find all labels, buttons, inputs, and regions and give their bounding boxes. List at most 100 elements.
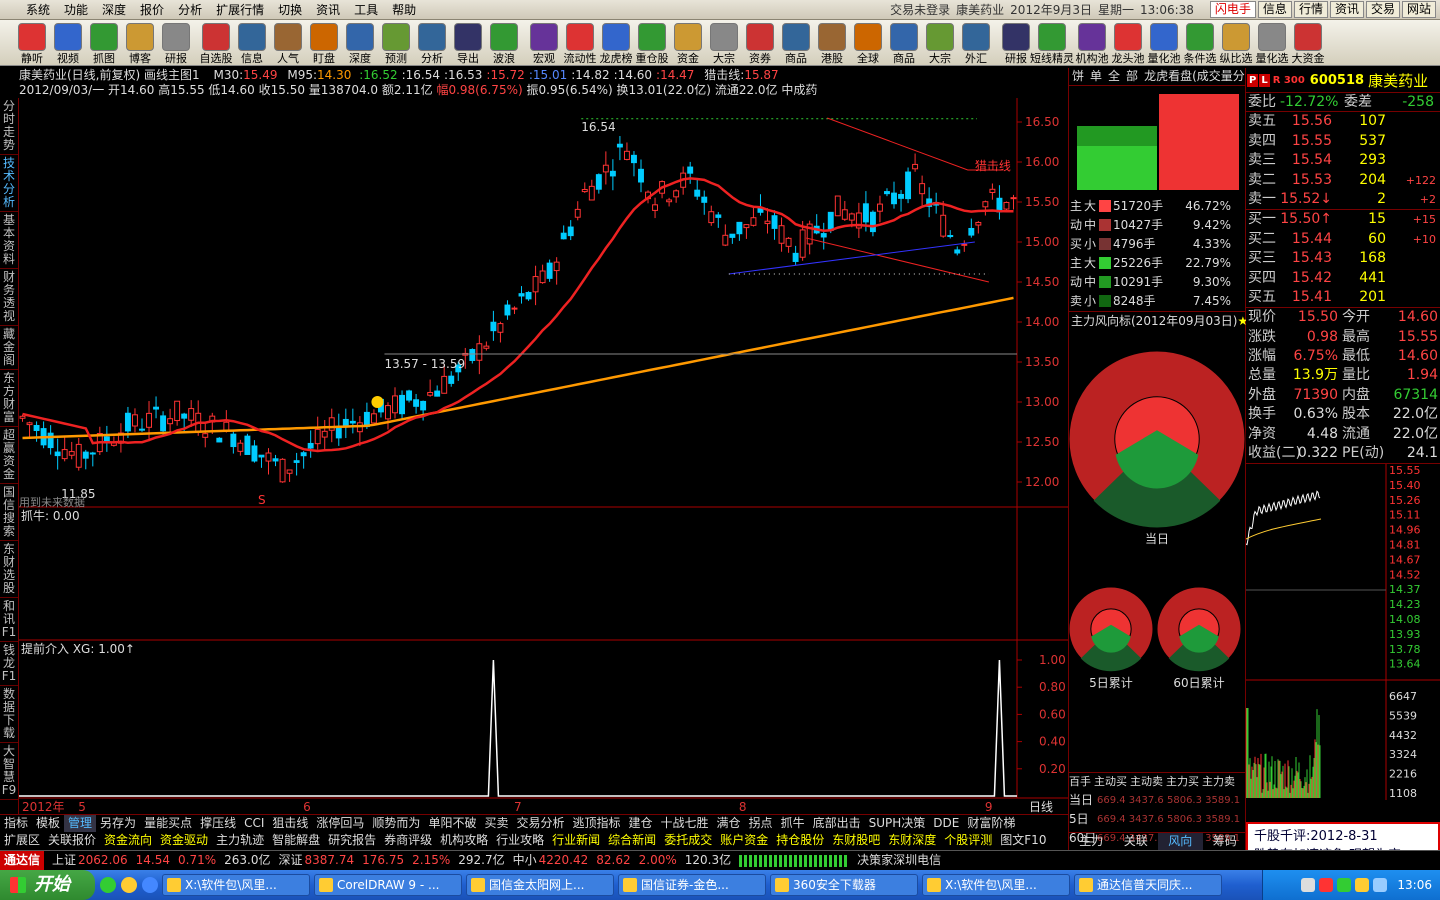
extension-tab[interactable]: 东财深度 <box>884 832 940 850</box>
indicator-tab[interactable]: 狙击线 <box>268 815 312 832</box>
quote-level[interactable]: 卖四 15.55 537 <box>1246 132 1440 151</box>
kline-chart[interactable]: 16.50 16.00 15.50 15.00 14.50 14.00 13.50 13.00… <box>19 98 1068 814</box>
task-button[interactable]: 国信金太阳网上... <box>466 874 614 896</box>
toolbar-button[interactable]: 宏观 <box>526 20 562 66</box>
menu-item[interactable]: 切换 <box>271 0 309 20</box>
indicator-tab[interactable]: 交易分析 <box>512 815 568 832</box>
menu-item[interactable]: 帮助 <box>385 0 423 20</box>
toolbar-button[interactable]: 量化池 <box>1146 20 1182 66</box>
start-button[interactable]: 开始 <box>0 870 95 900</box>
task-button[interactable]: X:\软件包\风里... <box>922 874 1070 896</box>
toolbar-button[interactable]: 信息 <box>234 20 270 66</box>
toolbar-button[interactable]: 条件选 <box>1182 20 1218 66</box>
menu-right-button[interactable]: 闪电手 <box>1209 1 1256 18</box>
tray-keyboard-icon[interactable] <box>1301 878 1316 892</box>
toolbar-button[interactable]: 龙虎榜 <box>598 20 634 66</box>
toolbar-button[interactable]: 外汇 <box>958 20 994 66</box>
menu-item[interactable]: 报价 <box>133 0 171 20</box>
left-nav-item[interactable]: 国信搜索 <box>0 484 18 541</box>
left-nav-item[interactable]: 东方财富 <box>0 370 18 427</box>
quote-level[interactable]: 卖五 15.56 107 <box>1246 112 1440 131</box>
menu-item[interactable]: 扩展行情 <box>209 0 271 20</box>
menu-item[interactable]: 分析 <box>171 0 209 20</box>
toolbar-button[interactable]: 港股 <box>814 20 850 66</box>
left-nav-item[interactable]: 和讯F1 <box>0 598 18 642</box>
task-button[interactable]: 通达信普天同庆... <box>1074 874 1222 896</box>
toolbar-button[interactable]: 商品 <box>886 20 922 66</box>
mid-bottom-tab[interactable]: 主力 <box>1069 833 1114 850</box>
extension-tab[interactable]: 扩展区 <box>0 832 44 850</box>
extension-tab[interactable]: 行业新闻 <box>548 832 604 850</box>
menu-item[interactable]: 深度 <box>95 0 133 20</box>
left-nav-item[interactable]: 大智慧F9 <box>0 743 18 800</box>
toolbar-button[interactable]: 机构池 <box>1074 20 1110 66</box>
mid-bottom-tab[interactable]: 风向 <box>1158 833 1203 850</box>
toolbar-button[interactable]: 大宗 <box>706 20 742 66</box>
toolbar-button[interactable]: 深度 <box>342 20 378 66</box>
toolbar-button[interactable]: 重仓股 <box>634 20 670 66</box>
toolbar-button[interactable]: 商品 <box>778 20 814 66</box>
indicator-tab[interactable]: 建仓 <box>625 815 657 832</box>
menu-item[interactable]: 工具 <box>347 0 385 20</box>
extension-tab[interactable]: 智能解盘 <box>268 832 324 850</box>
indicator-tab[interactable]: SUPH决策 <box>865 815 930 832</box>
toolbar-button[interactable]: 视频 <box>50 20 86 66</box>
left-nav-item[interactable]: 财务透视 <box>0 269 18 326</box>
indicator-tab[interactable]: 财富阶梯 <box>963 815 1019 832</box>
tray-volume-icon[interactable] <box>1355 878 1370 892</box>
indicator-tab[interactable]: 涨停回马 <box>312 815 368 832</box>
indicator-tab[interactable]: DDE <box>929 815 963 832</box>
task-button[interactable]: 360安全下载器 <box>770 874 918 896</box>
quote-level[interactable]: 卖一 15.52↓ 2 +2 <box>1246 190 1440 209</box>
indicator-tab[interactable]: 量能买点 <box>140 815 196 832</box>
mid-bottom-tab[interactable]: 筹码 <box>1203 833 1248 850</box>
extension-tab[interactable]: 图文F10 <box>996 832 1050 850</box>
toolbar-button[interactable]: 研报 <box>998 20 1034 66</box>
extension-tab[interactable]: 东财股吧 <box>828 832 884 850</box>
menu-item[interactable]: 功能 <box>57 0 95 20</box>
extension-tab[interactable]: 资金驱动 <box>156 832 212 850</box>
direction-pie[interactable]: 当日 <box>1068 350 1246 546</box>
quote-level[interactable]: 买四 15.42 441 <box>1246 269 1440 288</box>
toolbar-button[interactable]: 人气 <box>270 20 306 66</box>
quote-level[interactable]: 买二 15.44 60 +10 <box>1246 230 1440 249</box>
quote-level[interactable]: 买一 15.50↑ 15 +15 <box>1246 210 1440 229</box>
toolbar-button[interactable]: 自选股 <box>198 20 234 66</box>
toolbar-button[interactable]: 大资金 <box>1290 20 1326 66</box>
fund-flow-tab[interactable]: 饼 <box>1069 68 1087 85</box>
toolbar-button[interactable]: 龙头池 <box>1110 20 1146 66</box>
toolbar-button[interactable]: 预测 <box>378 20 414 66</box>
quote-level[interactable]: 卖三 15.54 293 <box>1246 151 1440 170</box>
fund-flow-tab[interactable]: 全 <box>1105 68 1123 85</box>
menu-item[interactable]: 系统 <box>0 0 57 20</box>
toolbar-button[interactable]: 分析 <box>414 20 450 66</box>
menu-right-button[interactable]: 交易 <box>1365 1 1400 18</box>
task-button[interactable]: 国信证券-金色... <box>618 874 766 896</box>
extension-tab[interactable]: 个股评测 <box>940 832 996 850</box>
extension-tab[interactable]: 持仓股份 <box>772 832 828 850</box>
indicator-tab[interactable]: 单阳不破 <box>424 815 480 832</box>
toolbar-button[interactable]: 短线精灵 <box>1030 20 1074 66</box>
quicklaunch-folder-icon[interactable] <box>121 877 137 893</box>
toolbar-button[interactable]: 抓图 <box>86 20 122 66</box>
menu-item[interactable]: 资讯 <box>309 0 347 20</box>
menu-right-button[interactable]: 网站 <box>1401 1 1436 18</box>
toolbar-button[interactable]: 流动性 <box>562 20 598 66</box>
indicator-tab[interactable]: 抓牛 <box>777 815 809 832</box>
indicator-tab[interactable]: 指标 <box>0 815 32 832</box>
fund-flow-tab[interactable]: 部 <box>1123 68 1141 85</box>
left-nav-item[interactable]: 超赢资金 <box>0 427 18 484</box>
indicator-tab[interactable]: 逃顶指标 <box>568 815 624 832</box>
toolbar-button[interactable]: 资金 <box>670 20 706 66</box>
menu-right-button[interactable]: 行情 <box>1293 1 1328 18</box>
extension-tab[interactable]: 综合新闻 <box>604 832 660 850</box>
fund-flow-tab[interactable]: 单 <box>1087 68 1105 85</box>
quicklaunch-desktop-icon[interactable] <box>142 877 158 893</box>
extension-tab[interactable]: 主力轨迹 <box>212 832 268 850</box>
task-button[interactable]: X:\软件包\风里... <box>162 874 310 896</box>
indicator-tab[interactable]: 底部出击 <box>809 815 865 832</box>
toolbar-button[interactable]: 导出 <box>450 20 486 66</box>
quote-level[interactable]: 买五 15.41 201 <box>1246 288 1440 307</box>
toolbar-button[interactable]: 研报 <box>158 20 194 66</box>
indicator-tab[interactable]: 顺势而为 <box>368 815 424 832</box>
